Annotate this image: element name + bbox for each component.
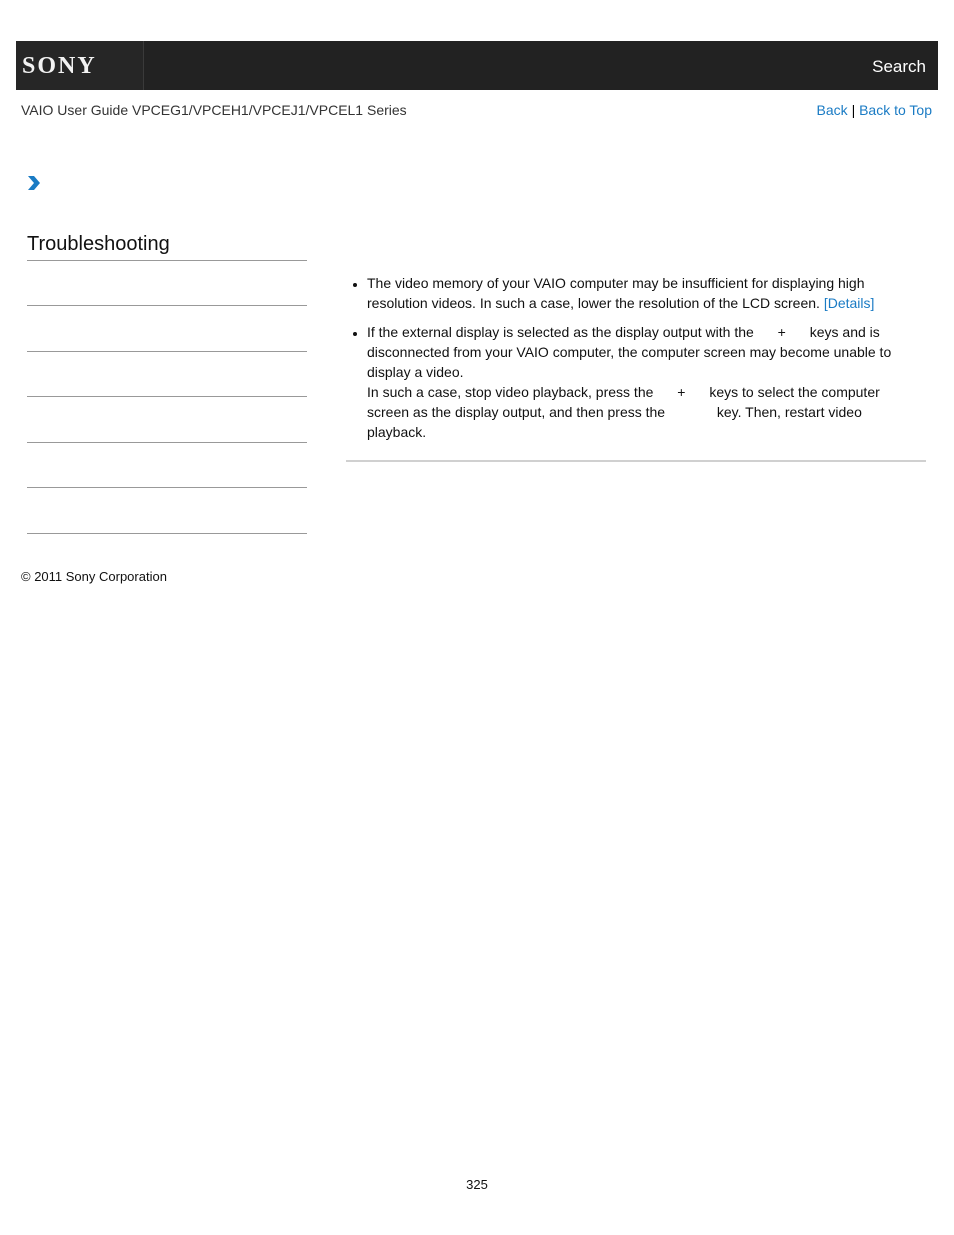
- back-to-top-link[interactable]: Back to Top: [859, 102, 932, 118]
- sidebar-divider: [27, 260, 307, 261]
- nav-links: Back | Back to Top: [817, 102, 932, 118]
- details-link[interactable]: [Details]: [824, 295, 875, 311]
- bullet-text: In such a case, stop video playback, pre…: [367, 384, 658, 400]
- top-header-bar: SONY Search: [16, 41, 938, 90]
- sidebar-divider: [27, 442, 307, 443]
- list-item: The video memory of your VAIO computer m…: [353, 273, 909, 313]
- page-number: 325: [466, 1177, 488, 1192]
- sidebar-divider: [27, 351, 307, 352]
- search-button[interactable]: Search: [872, 57, 926, 77]
- chevron-right-icon[interactable]: [27, 175, 41, 191]
- sony-logo: SONY: [22, 53, 97, 79]
- guide-title: VAIO User Guide VPCEG1/VPCEH1/VPCEJ1/VPC…: [21, 102, 407, 118]
- sidebar-divider: [27, 533, 307, 534]
- bullet-list: The video memory of your VAIO computer m…: [349, 273, 909, 442]
- sidebar-title: Troubleshooting: [27, 233, 170, 255]
- plus-sign: +: [677, 384, 686, 400]
- plus-sign: +: [777, 324, 786, 340]
- sidebar-divider: [27, 305, 307, 306]
- bullet-text: The video memory of your VAIO computer m…: [367, 275, 865, 311]
- bullet-text: If the external display is selected as t…: [367, 324, 758, 340]
- sidebar-divider: [27, 487, 307, 488]
- nav-separator: |: [851, 102, 856, 118]
- sony-logo-box: SONY: [16, 41, 144, 90]
- content-divider: [346, 460, 926, 462]
- list-item: If the external display is selected as t…: [353, 322, 909, 442]
- back-link[interactable]: Back: [817, 102, 848, 118]
- main-content: The video memory of your VAIO computer m…: [349, 273, 909, 451]
- copyright: © 2011 Sony Corporation: [21, 569, 167, 584]
- sidebar-divider: [27, 396, 307, 397]
